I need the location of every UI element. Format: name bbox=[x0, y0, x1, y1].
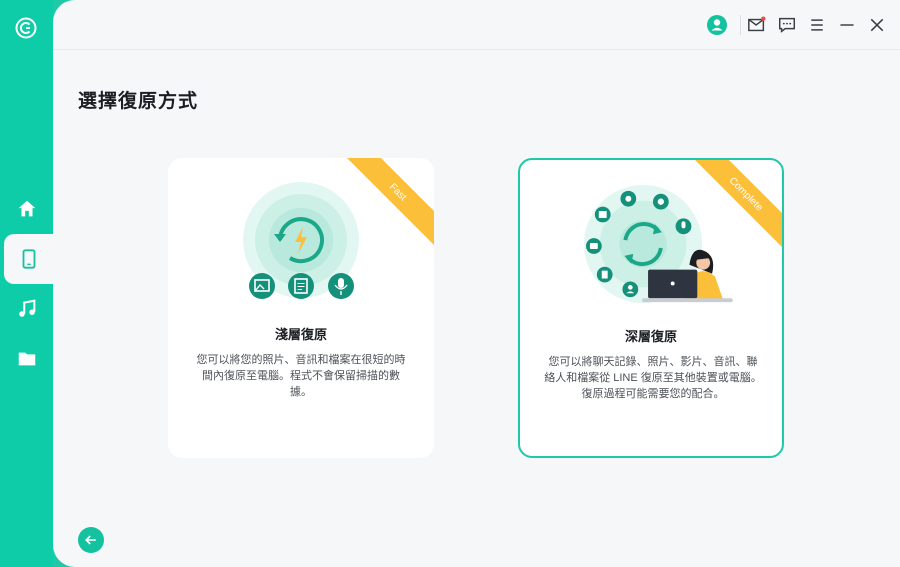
music-icon bbox=[18, 299, 35, 317]
sidebar-item-music[interactable] bbox=[0, 284, 53, 334]
topbar-divider bbox=[740, 15, 741, 35]
back-button[interactable] bbox=[78, 527, 104, 553]
arrow-left-icon bbox=[85, 535, 96, 545]
title-bar bbox=[53, 0, 900, 50]
sidebar-item-device[interactable] bbox=[4, 234, 53, 284]
chat-icon[interactable] bbox=[776, 14, 798, 36]
deep-recovery-illustration bbox=[584, 184, 733, 304]
user-icon[interactable] bbox=[706, 14, 728, 36]
deep-recovery-card[interactable]: Complete 深層復原 您可以將聊天記錄、照片、影片、音訊、聯絡人和檔案從 … bbox=[518, 158, 784, 458]
deep-recovery-description: 您可以將聊天記錄、照片、影片、音訊、聯絡人和檔案從 LINE 復原至其他裝置或電… bbox=[544, 356, 762, 400]
folder-icon bbox=[18, 352, 35, 366]
minimize-icon[interactable] bbox=[836, 14, 858, 36]
mail-icon[interactable] bbox=[746, 14, 768, 36]
main-panel: 選擇復原方式 Fast 淺層復原 您可以將您的照片、音訊和檔案在很短的時間內復原… bbox=[53, 0, 900, 567]
quick-recovery-title: 淺層復原 bbox=[274, 327, 327, 342]
menu-icon[interactable] bbox=[806, 14, 828, 36]
quick-recovery-illustration bbox=[243, 182, 359, 299]
sidebar-item-files[interactable] bbox=[0, 334, 53, 384]
quick-recovery-card[interactable]: Fast 淺層復原 您可以將您的照片、音訊和檔案在很短的時間內復原至電腦。程式不… bbox=[168, 158, 434, 458]
quick-recovery-description: 您可以將您的照片、音訊和檔案在很短的時間內復原至電腦。程式不會保留掃描的數據。 bbox=[196, 354, 406, 398]
sidebar bbox=[0, 0, 53, 567]
close-icon[interactable] bbox=[866, 14, 888, 36]
sidebar-item-home[interactable] bbox=[0, 184, 53, 234]
home-icon bbox=[18, 200, 35, 217]
phone-icon bbox=[22, 249, 35, 269]
deep-recovery-title: 深層復原 bbox=[624, 329, 677, 344]
app-logo-icon bbox=[14, 16, 38, 40]
page-title: 選擇復原方式 bbox=[78, 91, 199, 112]
